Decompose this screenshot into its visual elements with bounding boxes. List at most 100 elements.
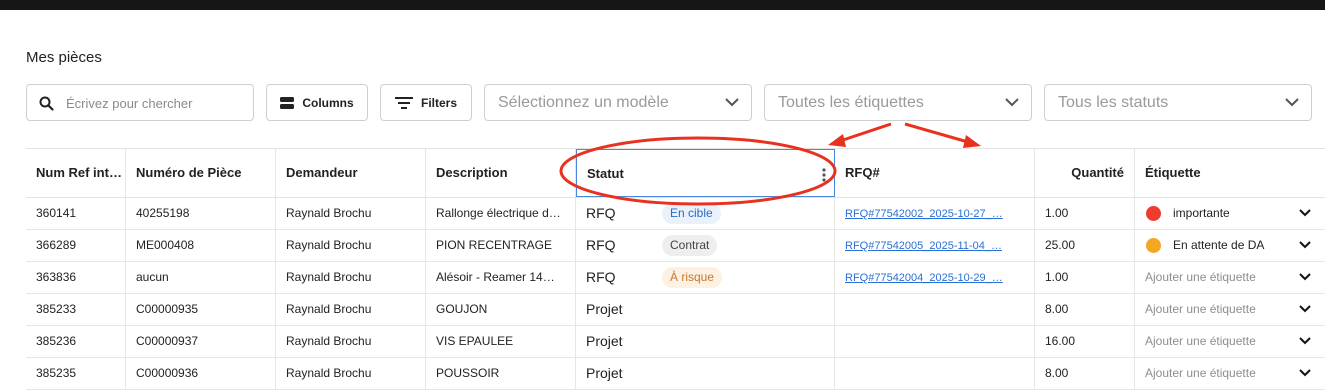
cell-demandeur: Raynald Brochu <box>276 358 426 389</box>
model-select[interactable]: Sélectionnez un modèle <box>484 84 752 121</box>
cell-description: PION RECENTRAGE <box>426 230 576 261</box>
cell-quantite: 25.00 <box>1035 230 1135 261</box>
cell-statut: Projet <box>576 326 835 357</box>
table-row[interactable]: 385235 C00000936 Raynald Brochu POUSSOIR… <box>26 358 1325 390</box>
status-chip: En cible <box>662 203 721 224</box>
cell-quantite: 16.00 <box>1035 326 1135 357</box>
table-row[interactable]: 363836 aucun Raynald Brochu Alésoir - Re… <box>26 262 1325 294</box>
chevron-down-icon[interactable] <box>1299 369 1311 377</box>
cell-statut: Projet <box>576 358 835 389</box>
column-header-demandeur[interactable]: Demandeur <box>276 149 426 197</box>
cell-quantite: 8.00 <box>1035 294 1135 325</box>
cell-demandeur: Raynald Brochu <box>276 230 426 261</box>
chevron-down-icon[interactable] <box>1299 209 1311 217</box>
cell-etiquette[interactable]: Ajouter une étiquette <box>1135 294 1325 325</box>
toolbar: Écrivez pour chercher Columns Filters Sé… <box>26 84 1316 123</box>
cell-etiquette[interactable]: Ajouter une étiquette <box>1135 326 1325 357</box>
filters-button-label: Filters <box>420 95 457 110</box>
cell-quantite: 1.00 <box>1035 198 1135 229</box>
statut-value: Projet <box>586 333 623 349</box>
chevron-down-icon[interactable] <box>1299 305 1311 313</box>
status-select[interactable]: Tous les statuts <box>1044 84 1312 121</box>
column-header-etiquette[interactable]: Étiquette <box>1135 149 1325 197</box>
cell-description: Alésoir - Reamer 14… <box>426 262 576 293</box>
cell-etiquette[interactable]: importante <box>1135 198 1325 229</box>
table-row[interactable]: 366289 ME000408 Raynald Brochu PION RECE… <box>26 230 1325 262</box>
column-header-piece[interactable]: Numéro de Pièce <box>126 149 276 197</box>
tags-select[interactable]: Toutes les étiquettes <box>764 84 1032 121</box>
column-header-rfq[interactable]: RFQ# <box>835 149 1035 197</box>
chevron-down-icon <box>1005 98 1019 107</box>
cell-etiquette[interactable]: Ajouter une étiquette <box>1135 262 1325 293</box>
cell-statut: RFQ À risque <box>576 262 835 293</box>
table-row[interactable]: 385233 C00000935 Raynald Brochu GOUJON P… <box>26 294 1325 326</box>
model-select-value: Sélectionnez un modèle <box>498 94 669 111</box>
cell-etiquette[interactable]: Ajouter une étiquette <box>1135 358 1325 389</box>
page-title: Mes pièces <box>26 49 102 66</box>
chevron-down-icon[interactable] <box>1299 273 1311 281</box>
table-row[interactable]: 360141 40255198 Raynald Brochu Rallonge … <box>26 198 1325 230</box>
cell-piece: C00000937 <box>126 326 276 357</box>
chevron-down-icon[interactable] <box>1299 337 1311 345</box>
cell-statut: Projet <box>576 294 835 325</box>
add-tag-label: Ajouter une étiquette <box>1145 334 1256 348</box>
cell-demandeur: Raynald Brochu <box>276 294 426 325</box>
cell-ref: 360141 <box>26 198 126 229</box>
cell-etiquette[interactable]: En attente de DA <box>1135 230 1325 261</box>
cell-demandeur: Raynald Brochu <box>276 262 426 293</box>
search-icon <box>39 96 54 116</box>
chevron-down-icon <box>1285 98 1299 107</box>
cell-statut: RFQ En cible <box>576 198 835 229</box>
columns-button-label: Columns <box>302 95 354 110</box>
column-header-statut[interactable]: Statut <box>576 149 835 197</box>
status-chip: À risque <box>662 267 723 288</box>
rfq-link[interactable]: RFQ#77542005_2025-11-04_… <box>845 240 1002 252</box>
column-menu-icon[interactable] <box>822 168 826 182</box>
tag-color-dot <box>1146 206 1161 221</box>
columns-button[interactable]: Columns <box>266 84 368 121</box>
status-chip: Contrat <box>662 235 718 256</box>
cell-rfq <box>835 358 1035 389</box>
arrow-head-icon <box>963 135 981 148</box>
add-tag-label: Ajouter une étiquette <box>1145 366 1256 380</box>
rfq-link[interactable]: RFQ#77542002_2025-10-27_… <box>845 208 1003 220</box>
tag-label: En attente de DA <box>1173 238 1265 252</box>
cell-piece: C00000936 <box>126 358 276 389</box>
cell-ref: 363836 <box>26 262 126 293</box>
column-header-description[interactable]: Description <box>426 149 576 197</box>
cell-piece: aucun <box>126 262 276 293</box>
statut-value: RFQ <box>586 205 616 221</box>
statut-value: Projet <box>586 301 623 317</box>
cell-rfq <box>835 326 1035 357</box>
cell-demandeur: Raynald Brochu <box>276 326 426 357</box>
filter-icon <box>394 96 413 109</box>
column-header-ref[interactable]: Num Ref int… <box>26 149 126 197</box>
tag-label: importante <box>1173 206 1230 220</box>
cell-description: Rallonge électrique d… <box>426 198 576 229</box>
cell-rfq: RFQ#77542004_2025-10-29_… <box>835 262 1035 293</box>
search-input[interactable]: Écrivez pour chercher <box>26 84 254 121</box>
table-header: Num Ref int… Numéro de Pièce Demandeur D… <box>26 148 1325 198</box>
rfq-link[interactable]: RFQ#77542004_2025-10-29_… <box>845 272 1003 284</box>
cell-description: GOUJON <box>426 294 576 325</box>
tag-color-dot <box>1146 238 1161 253</box>
chevron-down-icon[interactable] <box>1299 241 1311 249</box>
chevron-down-icon <box>725 98 739 107</box>
cell-piece: C00000935 <box>126 294 276 325</box>
arrow-head-icon <box>828 134 846 147</box>
cell-demandeur: Raynald Brochu <box>276 198 426 229</box>
filters-button[interactable]: Filters <box>380 84 472 121</box>
cell-ref: 385233 <box>26 294 126 325</box>
cell-rfq: RFQ#77542005_2025-11-04_… <box>835 230 1035 261</box>
top-bar <box>0 0 1325 10</box>
statut-value: RFQ <box>586 237 616 253</box>
cell-description: VIS EPAULEE <box>426 326 576 357</box>
status-select-value: Tous les statuts <box>1058 94 1169 111</box>
add-tag-label: Ajouter une étiquette <box>1145 270 1256 284</box>
annotation-arrow-right <box>904 122 969 144</box>
statut-value: RFQ <box>586 269 616 285</box>
column-header-quantite[interactable]: Quantité <box>1035 149 1135 197</box>
table-row[interactable]: 385236 C00000937 Raynald Brochu VIS EPAU… <box>26 326 1325 358</box>
columns-icon <box>280 96 295 109</box>
search-placeholder: Écrivez pour chercher <box>66 96 193 111</box>
